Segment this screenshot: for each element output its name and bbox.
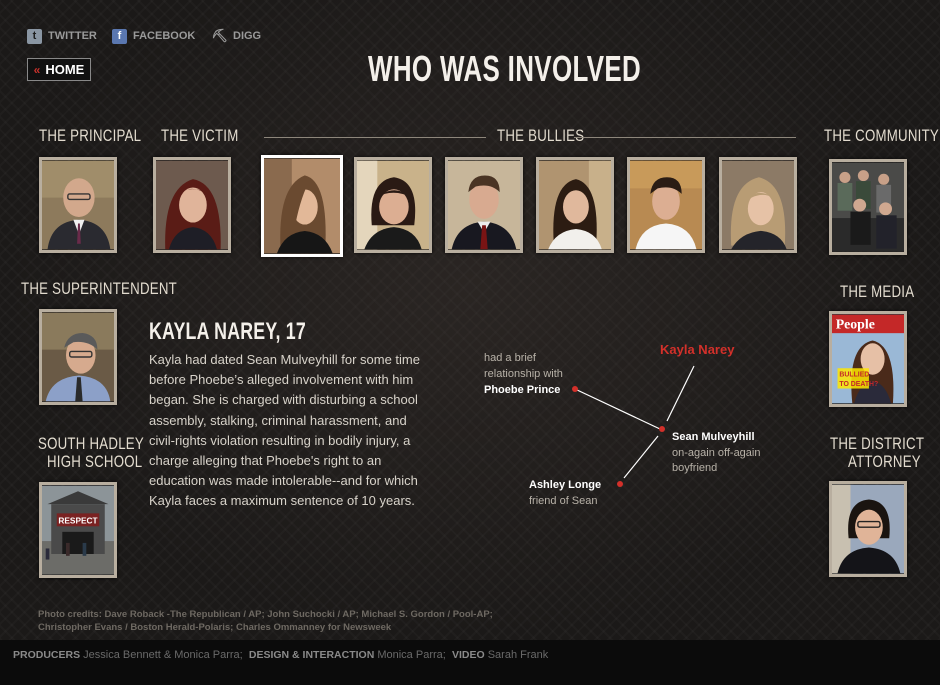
back-chevron-icon: « xyxy=(33,62,41,77)
label-principal: THE PRINCIPAL xyxy=(39,126,170,146)
label-media-text: THE MEDIA xyxy=(840,282,915,301)
rel-ashley-name: Ashley Longe xyxy=(529,479,602,491)
label-attorney-line1: THE DISTRICT xyxy=(830,434,925,453)
rel-ashley-desc: friend of Sean xyxy=(529,495,598,507)
label-victim-text: THE VICTIM xyxy=(161,126,239,145)
photo-bully-kayla-narey[interactable] xyxy=(261,155,343,257)
principal-portrait-icon xyxy=(42,160,114,250)
digg-icon: ⛏ xyxy=(211,28,228,43)
rel-phoebe-name: Phoebe Prince xyxy=(484,384,561,396)
line-sean-kayla xyxy=(666,365,695,422)
label-media: THE MEDIA xyxy=(840,282,935,302)
label-principal-text: THE PRINCIPAL xyxy=(39,126,142,145)
photo-principal[interactable] xyxy=(39,157,117,253)
photo-superintendent[interactable] xyxy=(39,309,117,405)
footer-design: Monica Parra; xyxy=(377,649,446,661)
photo-bully-5[interactable] xyxy=(627,157,705,253)
label-victim: THE VICTIM xyxy=(161,126,260,146)
school-building-icon: RESPECT xyxy=(42,485,114,575)
line-sean-ashley xyxy=(623,435,659,479)
label-bullies-text: THE BULLIES xyxy=(497,126,585,145)
rel-phoebe-block[interactable]: had a brief relationship with Phoebe Pri… xyxy=(484,350,563,398)
magazine-masthead: People xyxy=(836,317,875,332)
rel-sean-block[interactable]: Sean Mulveyhill on-again off-again boyfr… xyxy=(672,430,760,477)
bully-5-portrait-icon xyxy=(630,160,702,250)
label-school-line2: HIGH SCHOOL xyxy=(47,452,143,471)
victim-portrait-icon xyxy=(156,160,228,250)
bully-4-portrait-icon xyxy=(539,160,611,250)
rel-sean-desc2: boyfriend xyxy=(672,462,718,474)
label-community-text: THE COMMUNITY xyxy=(824,126,940,145)
bullies-divider-left xyxy=(264,137,486,138)
footer-video-label: VIDEO xyxy=(451,649,485,661)
profile-bio: Kayla had dated Sean Mulveyhill for some… xyxy=(149,352,420,509)
home-button[interactable]: « HOME xyxy=(27,58,91,81)
footer-producers-label: PRODUCERS xyxy=(13,649,81,661)
magazine-cover-icon: People BULLIED TO DEATH? xyxy=(832,314,904,404)
photo-victim[interactable] xyxy=(153,157,231,253)
twitter-icon: t xyxy=(27,28,42,44)
node-phoebe xyxy=(572,386,578,392)
photo-district-attorney[interactable] xyxy=(829,481,907,577)
photo-credits: Photo credits: Dave Roback -The Republic… xyxy=(38,609,493,633)
node-sean xyxy=(659,426,665,432)
line-phoebe-sean xyxy=(574,388,661,430)
facebook-icon: f xyxy=(112,28,127,44)
digg-label: DIGG xyxy=(233,30,262,42)
bully-2-portrait-icon xyxy=(357,160,429,250)
rel-sean-name: Sean Mulveyhill xyxy=(672,431,755,443)
superintendent-portrait-icon xyxy=(42,312,114,402)
bully-6-portrait-icon xyxy=(722,160,794,250)
magazine-headline-2: TO DEATH? xyxy=(839,381,878,388)
photo-community[interactable] xyxy=(829,159,907,255)
twitter-link[interactable]: t TWITTER xyxy=(27,28,97,44)
main-stage: t TWITTER f FACEBOOK ⛏ DIGG « HOME WHO W… xyxy=(0,0,940,640)
label-bullies: THE BULLIES xyxy=(497,126,609,146)
school-sign-text: RESPECT xyxy=(58,516,97,526)
profile-name: KAYLA NAREY, 17 xyxy=(149,318,361,346)
twitter-label: TWITTER xyxy=(48,30,97,42)
attorney-portrait-icon xyxy=(832,484,904,574)
facebook-link[interactable]: f FACEBOOK xyxy=(112,28,195,44)
footer-credits: PRODUCERS Jessica Bennett & Monica Parra… xyxy=(13,649,548,661)
kayla-portrait-icon xyxy=(264,158,340,254)
page-title-text: WHO WAS INVOLVED xyxy=(368,48,642,89)
photo-media[interactable]: People BULLIED TO DEATH? xyxy=(829,311,907,407)
bullies-divider-right xyxy=(574,137,796,138)
rel-phoebe-pre: had a brief xyxy=(484,352,536,364)
rel-sean-desc1: on-again off-again xyxy=(672,446,761,459)
bully-3-portrait-icon xyxy=(448,160,520,250)
rel-kayla-name[interactable]: Kayla Narey xyxy=(660,342,734,358)
footer-producers: Jessica Bennett & Monica Parra; xyxy=(83,649,243,661)
photo-bully-2[interactable] xyxy=(354,157,432,253)
rel-ashley-block[interactable]: Ashley Longe friend of Sean xyxy=(529,477,601,509)
photo-bully-3[interactable] xyxy=(445,157,523,253)
page-title: WHO WAS INVOLVED xyxy=(368,48,747,90)
node-ashley xyxy=(617,481,623,487)
label-attorney: THE DISTRICT ATTORNEY xyxy=(830,435,940,471)
label-community: THE COMMUNITY xyxy=(824,126,940,146)
digg-link[interactable]: ⛏ DIGG xyxy=(211,28,262,44)
profile-name-text: KAYLA NAREY, 17 xyxy=(149,318,306,345)
photo-bully-6[interactable] xyxy=(719,157,797,253)
footer-design-label: DESIGN & INTERACTION xyxy=(248,649,375,661)
label-superintendent: THE SUPERINTENDENT xyxy=(21,279,221,299)
photo-school[interactable]: RESPECT xyxy=(39,482,117,578)
photo-bully-4[interactable] xyxy=(536,157,614,253)
magazine-headline-1: BULLIED xyxy=(839,372,869,379)
label-attorney-line2: ATTORNEY xyxy=(848,452,922,471)
home-label: HOME xyxy=(45,62,85,77)
community-crowd-icon xyxy=(832,162,904,252)
facebook-label: FACEBOOK xyxy=(133,30,196,42)
label-superintendent-text: THE SUPERINTENDENT xyxy=(21,279,177,298)
rel-phoebe-pre2: relationship with xyxy=(484,368,563,380)
footer-video: Sarah Frank xyxy=(487,649,549,661)
label-school-line1: SOUTH HADLEY xyxy=(38,434,144,453)
